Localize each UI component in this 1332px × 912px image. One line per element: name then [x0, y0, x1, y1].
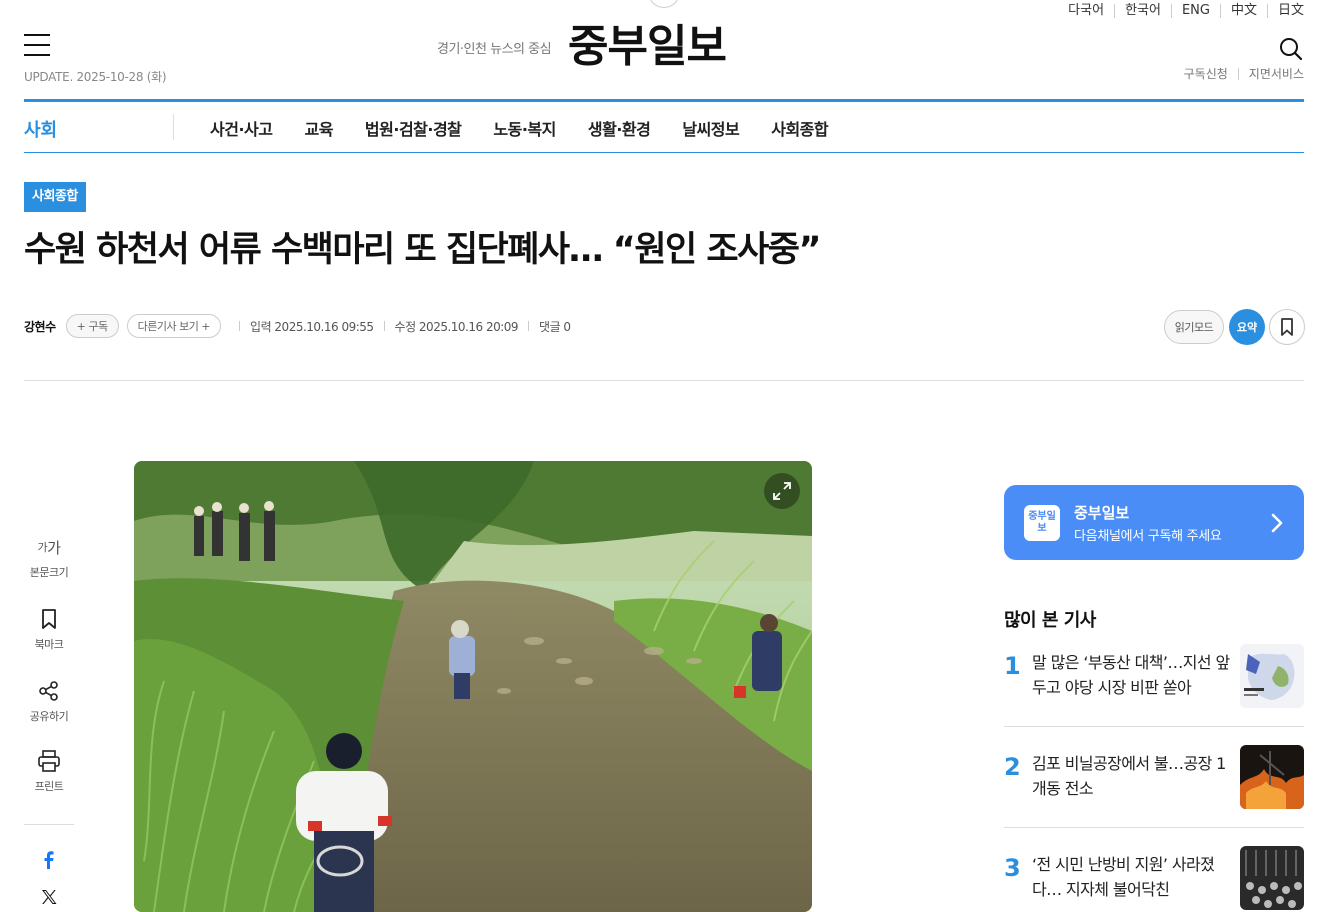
published-time: 입력 2025.10.16 09:55 — [250, 319, 374, 334]
bookmark-button[interactable] — [1269, 309, 1305, 345]
print-label: 프린트 — [34, 780, 64, 793]
banner-description: 다음채널에서 구독해 주세요 — [1074, 528, 1222, 544]
section-title[interactable]: 사회 — [24, 116, 57, 142]
nav-item-general[interactable]: 사회종합 — [755, 116, 844, 140]
header-links: 구독신청 지면서비스 — [1174, 68, 1304, 80]
popular-rank: 2 — [1004, 753, 1021, 781]
font-size-label: 본문크기 — [29, 566, 69, 579]
article-headline: 수원 하천서 어류 수백마리 또 집단폐사… “원인 조사중” — [24, 230, 822, 270]
nav-item-environment[interactable]: 생활·환경 — [572, 116, 666, 140]
popular-article-item[interactable]: 1 말 많은 ‘부동산 대책’…지선 앞두고 야당 시장 비판 쏟아 — [1004, 644, 1304, 727]
article-photo[interactable] — [134, 461, 812, 912]
nav-item-courts[interactable]: 법원·검찰·경찰 — [349, 116, 477, 140]
byline: 강현수 + 구독 다른기사 보기 + 입력 2025.10.16 09:55 수… — [24, 314, 571, 338]
subscribe-link[interactable]: 구독신청 — [1174, 68, 1238, 80]
x-twitter-icon[interactable] — [40, 888, 58, 906]
nav-item-education[interactable]: 교육 — [288, 116, 348, 140]
print-tool[interactable]: 프린트 — [24, 748, 74, 794]
lang-korean-link[interactable]: 한국어 — [1114, 4, 1171, 18]
summary-button[interactable]: 요약 — [1229, 309, 1265, 345]
nav-item-incidents[interactable]: 사건·사고 — [194, 116, 288, 140]
channel-subscribe-banner[interactable]: 중부일보 중부일보 다음채널에서 구독해 주세요 — [1004, 485, 1304, 560]
scroll-top-tab[interactable] — [648, 0, 680, 8]
comment-count[interactable]: 댓글 0 — [539, 318, 571, 335]
popular-rank: 1 — [1004, 652, 1021, 680]
popular-article-item[interactable]: 2 김포 비닐공장에서 불…공장 1개동 전소 — [1004, 745, 1304, 828]
popular-article-item[interactable]: 3 ‘전 시민 난방비 지원’ 사라졌다… 지자체 불어닥친 — [1004, 846, 1304, 912]
language-bar: 다국어 한국어 ENG 中文 日文 — [1058, 4, 1304, 18]
popular-article-title[interactable]: ‘전 시민 난방비 지원’ 사라졌다… 지자체 불어닥친 — [1032, 846, 1240, 902]
subscribe-reporter-button[interactable]: + 구독 — [65, 314, 119, 338]
stream-scene-image — [134, 461, 812, 912]
lang-japanese-link[interactable]: 日文 — [1266, 4, 1304, 18]
printer-icon — [24, 748, 74, 774]
menu-icon[interactable] — [24, 34, 50, 56]
nav-item-weather[interactable]: 날씨정보 — [666, 116, 755, 140]
nav-bottom-divider — [24, 152, 1304, 153]
meta-separator — [239, 321, 241, 331]
bookmark-label: 북마크 — [34, 638, 64, 651]
popular-thumbnail[interactable] — [1240, 846, 1304, 910]
meta-separator — [383, 321, 385, 331]
lang-multi-link[interactable]: 다국어 — [1058, 4, 1114, 18]
update-date: UPDATE. 2025-10-28 (화) — [24, 70, 167, 84]
bookmark-icon — [1281, 318, 1293, 336]
share-label: 공유하기 — [29, 710, 69, 723]
nav-divider — [173, 114, 174, 140]
bookmark-icon — [24, 606, 74, 632]
banner-title: 중부일보 — [1074, 503, 1130, 522]
facebook-icon[interactable] — [40, 850, 58, 870]
site-logo[interactable]: 중부일보 — [568, 20, 727, 74]
share-icon — [24, 678, 74, 704]
logo-subtitle: 경기·인천 뉴스의 중심 — [437, 42, 552, 57]
popular-rank: 3 — [1004, 854, 1021, 882]
expand-photo-button[interactable] — [764, 473, 800, 509]
popular-thumbnail[interactable] — [1240, 644, 1304, 708]
search-icon[interactable] — [1278, 36, 1304, 62]
lang-english-link[interactable]: ENG — [1170, 4, 1220, 18]
popular-article-title[interactable]: 말 많은 ‘부동산 대책’…지선 앞두고 야당 시장 비판 쏟아 — [1032, 644, 1240, 700]
other-articles-button[interactable]: 다른기사 보기 + — [126, 314, 222, 338]
font-size-tool[interactable]: 가가 본문크기 — [24, 534, 74, 580]
share-tool[interactable]: 공유하기 — [24, 678, 74, 724]
popular-thumbnail[interactable] — [1240, 745, 1304, 809]
header-divider — [24, 380, 1304, 381]
print-edition-link[interactable]: 지면서비스 — [1237, 68, 1304, 80]
banner-logo: 중부일보 — [1024, 504, 1060, 541]
modified-time: 수정 2025.10.16 20:09 — [394, 319, 519, 334]
bookmark-tool[interactable]: 북마크 — [24, 606, 74, 652]
nav-top-divider — [24, 99, 1304, 102]
section-nav: 사건·사고 교육 법원·검찰·경찰 노동·복지 생활·환경 날씨정보 사회종합 — [194, 116, 844, 140]
meta-separator — [528, 321, 530, 331]
popular-article-title[interactable]: 김포 비닐공장에서 불…공장 1개동 전소 — [1032, 745, 1240, 801]
lang-chinese-link[interactable]: 中文 — [1219, 4, 1267, 18]
font-size-icon: 가가 — [37, 538, 61, 557]
category-badge[interactable]: 사회종합 — [24, 182, 86, 212]
nav-item-labor[interactable]: 노동·복지 — [477, 116, 571, 140]
reporter-name[interactable]: 강현수 — [24, 318, 56, 335]
tools-divider — [24, 824, 74, 825]
popular-articles-title: 많이 본 기사 — [1004, 610, 1096, 631]
chevron-right-icon — [1271, 513, 1283, 532]
read-mode-button[interactable]: 읽기모드 — [1164, 310, 1224, 344]
expand-icon — [773, 482, 791, 500]
